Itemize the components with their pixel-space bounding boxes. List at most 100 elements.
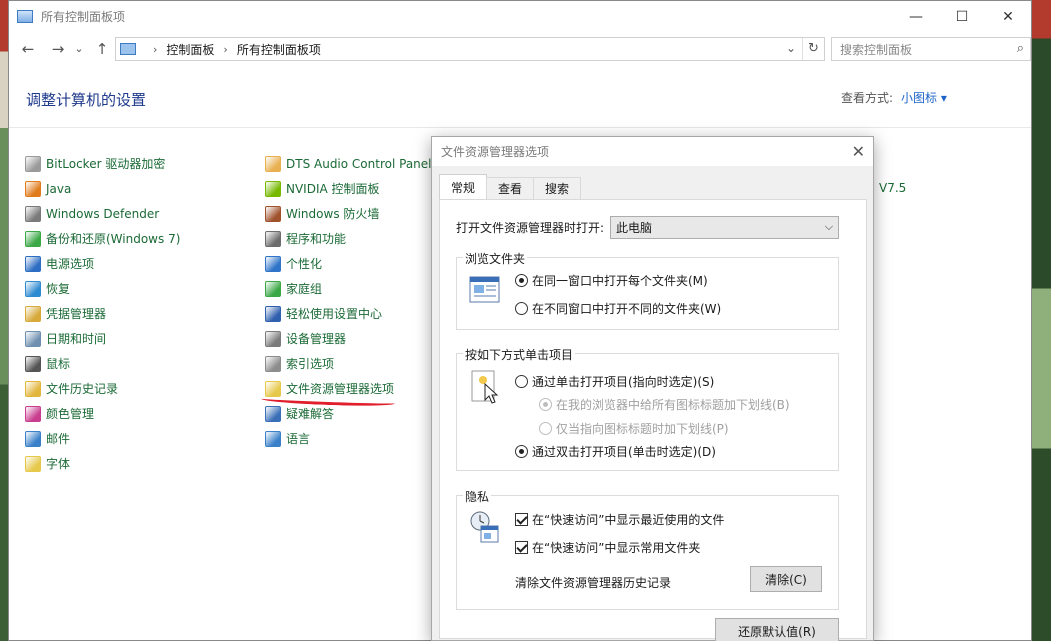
homegroup-icon: [265, 280, 281, 297]
recovery-icon: [25, 280, 41, 297]
cp-item-label: DTS Audio Control Panel: [286, 156, 432, 171]
breadcrumb-all-items[interactable]: 所有控制面板项: [237, 41, 321, 58]
cp-item-label: 程序和功能: [286, 232, 347, 246]
programs-icon: [265, 230, 281, 247]
cp-item[interactable]: 鼠标: [25, 351, 180, 376]
radio-single-click-label: 通过单击打开项目(指向时选定)(S): [532, 375, 715, 389]
desktop-background-left: [0, 0, 8, 641]
cp-item[interactable]: 家庭组: [265, 276, 432, 301]
breadcrumb-separator-icon: ›: [153, 42, 158, 56]
click-items-legend: 按如下方式单击项目: [463, 346, 576, 363]
cp-item[interactable]: 恢复: [25, 276, 180, 301]
cp-item[interactable]: 日期和时间: [25, 326, 180, 351]
cp-item[interactable]: 索引选项: [265, 351, 432, 376]
open-explorer-select[interactable]: 此电脑 ⌵: [610, 216, 840, 239]
cp-item-label: 文件资源管理器选项: [286, 382, 395, 396]
cp-item[interactable]: 轻松使用设置中心: [265, 301, 432, 326]
control-panel-icon: [17, 10, 33, 23]
breadcrumb-control-panel[interactable]: 控制面板: [166, 41, 214, 58]
radio-new-window[interactable]: 在不同窗口中打开不同的文件夹(W): [515, 300, 721, 317]
defender-icon: [25, 205, 41, 222]
dialog-title-bar: 文件资源管理器选项 ✕: [432, 137, 873, 166]
cp-item[interactable]: 凭据管理器: [25, 301, 180, 326]
backup-icon: [25, 230, 41, 247]
privacy-legend: 隐私: [463, 488, 492, 505]
cp-item[interactable]: DTS Audio Control Panel: [265, 151, 432, 176]
dts-icon: [265, 155, 281, 172]
cp-item[interactable]: 邮件: [25, 426, 180, 451]
close-button[interactable]: ✕: [985, 1, 1031, 32]
radio-underline-hover-label: 仅当指向图标标题时加下划线(P): [556, 422, 729, 436]
search-input[interactable]: 搜索控制面板 ⌕: [831, 37, 1031, 61]
cp-item-label: Windows Defender: [46, 206, 160, 221]
credential-icon: [25, 305, 41, 322]
cp-item[interactable]: 文件历史记录: [25, 376, 180, 401]
troubleshoot-icon: [265, 405, 281, 422]
font-icon: [25, 455, 41, 472]
color-icon: [25, 405, 41, 422]
cp-item-label: 备份和还原(Windows 7): [46, 232, 181, 246]
checkbox-recent-files[interactable]: 在“快速访问”中显示最近使用的文件: [515, 511, 724, 528]
bitlocker-icon: [25, 155, 41, 172]
address-dropdown-icon[interactable]: ⌄: [786, 41, 796, 55]
cp-item-label: Windows 防火墙: [286, 207, 380, 221]
open-explorer-label: 打开文件资源管理器时打开:: [456, 221, 605, 235]
cp-item[interactable]: 程序和功能: [265, 226, 432, 251]
privacy-clock-icon: [470, 511, 499, 543]
radio-single-click[interactable]: 通过单击打开项目(指向时选定)(S): [515, 373, 714, 390]
cp-item-label: 鼠标: [46, 357, 71, 371]
cp-item[interactable]: 个性化: [265, 251, 432, 276]
recent-locations-chevron-icon[interactable]: ⌄: [71, 39, 87, 59]
radio-underline-all[interactable]: 在我的浏览器中给所有图标标题加下划线(B): [539, 396, 790, 413]
cp-item[interactable]: 颜色管理: [25, 401, 180, 426]
radio-dot: [539, 398, 552, 411]
nvidia-icon: [265, 180, 281, 197]
forward-arrow-icon[interactable]: →: [47, 39, 69, 59]
dialog-title: 文件资源管理器选项: [441, 145, 550, 159]
view-by-dropdown[interactable]: 小图标 ▾: [901, 91, 947, 105]
cp-item-label: 日期和时间: [46, 332, 107, 346]
partially-hidden-item-label[interactable]: V7.5: [879, 181, 906, 195]
general-tab-panel: 打开文件资源管理器时打开: 此电脑 ⌵ 浏览文件夹 在同一窗口中打开每个文件夹(…: [439, 199, 867, 641]
cp-item[interactable]: 字体: [25, 451, 180, 476]
cp-item[interactable]: Windows 防火墙: [265, 201, 432, 226]
radio-dot: [515, 274, 528, 287]
click-items-group: 按如下方式单击项目 通过单击打开项目(指向时选定)(S) 在我的浏览器中给所有图…: [456, 346, 839, 471]
tab-view[interactable]: 查看: [486, 177, 535, 199]
breadcrumb-separator-icon: ›: [223, 42, 228, 56]
restore-defaults-button[interactable]: 还原默认值(R): [715, 618, 839, 641]
cp-item[interactable]: 备份和还原(Windows 7): [25, 226, 180, 251]
refresh-icon[interactable]: ↻: [802, 38, 824, 60]
maximize-button[interactable]: ☐: [939, 1, 985, 32]
checkbox-frequent-folders[interactable]: 在“快速访问”中显示常用文件夹: [515, 539, 700, 556]
cp-item-label: 家庭组: [286, 282, 323, 296]
radio-same-window-label: 在同一窗口中打开每个文件夹(M): [532, 274, 708, 288]
up-arrow-icon[interactable]: ↑: [91, 39, 113, 59]
back-arrow-icon[interactable]: ←: [17, 39, 39, 59]
search-icon[interactable]: ⌕: [1017, 41, 1024, 56]
radio-underline-hover[interactable]: 仅当指向图标标题时加下划线(P): [539, 420, 729, 437]
personalize-icon: [265, 255, 281, 272]
cp-item[interactable]: Windows Defender: [25, 201, 180, 226]
cp-item[interactable]: 设备管理器: [265, 326, 432, 351]
minimize-button[interactable]: —: [893, 1, 939, 32]
browse-folders-group: 浏览文件夹 在同一窗口中打开每个文件夹(M) 在不同窗口中打开不同的文件夹(W): [456, 250, 839, 330]
cp-item-label: 疑难解答: [286, 407, 335, 421]
cp-item-label: Java: [46, 181, 72, 196]
tab-search[interactable]: 搜索: [533, 177, 582, 199]
clear-history-button[interactable]: 清除(C): [750, 566, 822, 592]
cp-item[interactable]: BitLocker 驱动器加密: [25, 151, 180, 176]
radio-same-window[interactable]: 在同一窗口中打开每个文件夹(M): [515, 272, 708, 289]
cp-item[interactable]: NVIDIA 控制面板: [265, 176, 432, 201]
dialog-tabs: 常规 查看 搜索: [439, 174, 582, 199]
mail-icon: [25, 430, 41, 447]
device-manager-icon: [265, 330, 281, 347]
cp-item[interactable]: 语言: [265, 426, 432, 451]
dialog-close-icon[interactable]: ✕: [852, 142, 865, 161]
radio-double-click[interactable]: 通过双击打开项目(单击时选定)(D): [515, 443, 716, 460]
folder-options-dialog: 文件资源管理器选项 ✕ 常规 查看 搜索 打开文件资源管理器时打开: 此电脑 ⌵…: [431, 136, 874, 641]
cp-item[interactable]: Java: [25, 176, 180, 201]
cp-item[interactable]: 电源选项: [25, 251, 180, 276]
address-field[interactable]: › 控制面板 › 所有控制面板项 ⌄ ↻: [115, 37, 825, 61]
tab-general[interactable]: 常规: [439, 174, 488, 199]
